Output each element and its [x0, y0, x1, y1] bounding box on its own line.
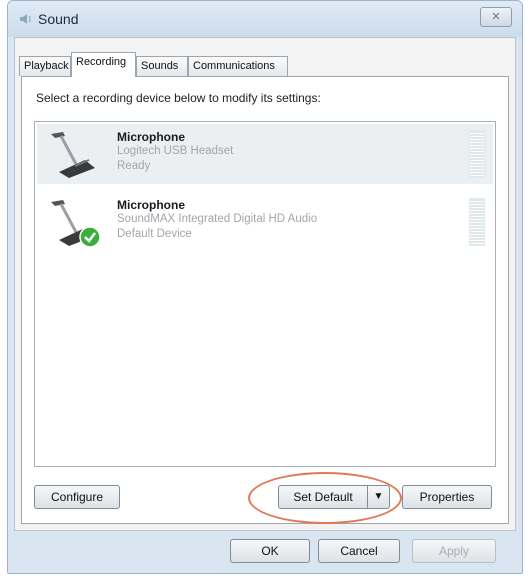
configure-button[interactable]: Configure [34, 485, 120, 509]
apply-button[interactable]: Apply [412, 539, 496, 563]
dialog-panel: Playback Recording Sounds Communications… [14, 37, 516, 531]
sound-dialog: Sound ✕ Playback Recording Sounds Commun… [7, 0, 523, 574]
recording-tab-body: Select a recording device below to modif… [21, 76, 509, 524]
title-bar: Sound ✕ [8, 1, 522, 37]
default-check-icon [79, 226, 101, 248]
tab-communications[interactable]: Communications [188, 56, 288, 76]
device-status: Ready [117, 160, 151, 172]
device-name: Microphone [117, 198, 185, 212]
device-description: Logitech USB Headset [117, 145, 234, 157]
speaker-icon [20, 14, 31, 24]
tab-recording[interactable]: Recording [71, 52, 136, 77]
ok-button[interactable]: OK [230, 539, 310, 563]
properties-button[interactable]: Properties [402, 485, 492, 509]
close-button[interactable]: ✕ [480, 7, 512, 27]
list-item[interactable]: Microphone Logitech USB Headset Ready [37, 124, 493, 184]
instruction-text: Select a recording device below to modif… [36, 91, 321, 105]
list-item[interactable]: Microphone SoundMAX Integrated Digital H… [37, 192, 493, 252]
device-list[interactable]: Microphone Logitech USB Headset Ready Mi… [34, 121, 496, 467]
level-meter [469, 130, 485, 178]
chevron-down-icon[interactable]: ▼ [367, 486, 389, 508]
level-meter [469, 198, 485, 246]
tab-sounds[interactable]: Sounds [136, 56, 188, 76]
window-title: Sound [38, 11, 79, 27]
microphone-icon [51, 132, 95, 178]
device-description: SoundMAX Integrated Digital HD Audio [117, 213, 318, 225]
set-default-button[interactable]: Set Default ▼ [278, 485, 390, 509]
device-name: Microphone [117, 130, 185, 144]
device-status: Default Device [117, 228, 192, 240]
tab-playback[interactable]: Playback [19, 56, 71, 76]
cancel-button[interactable]: Cancel [318, 539, 400, 563]
set-default-label: Set Default [293, 490, 353, 504]
